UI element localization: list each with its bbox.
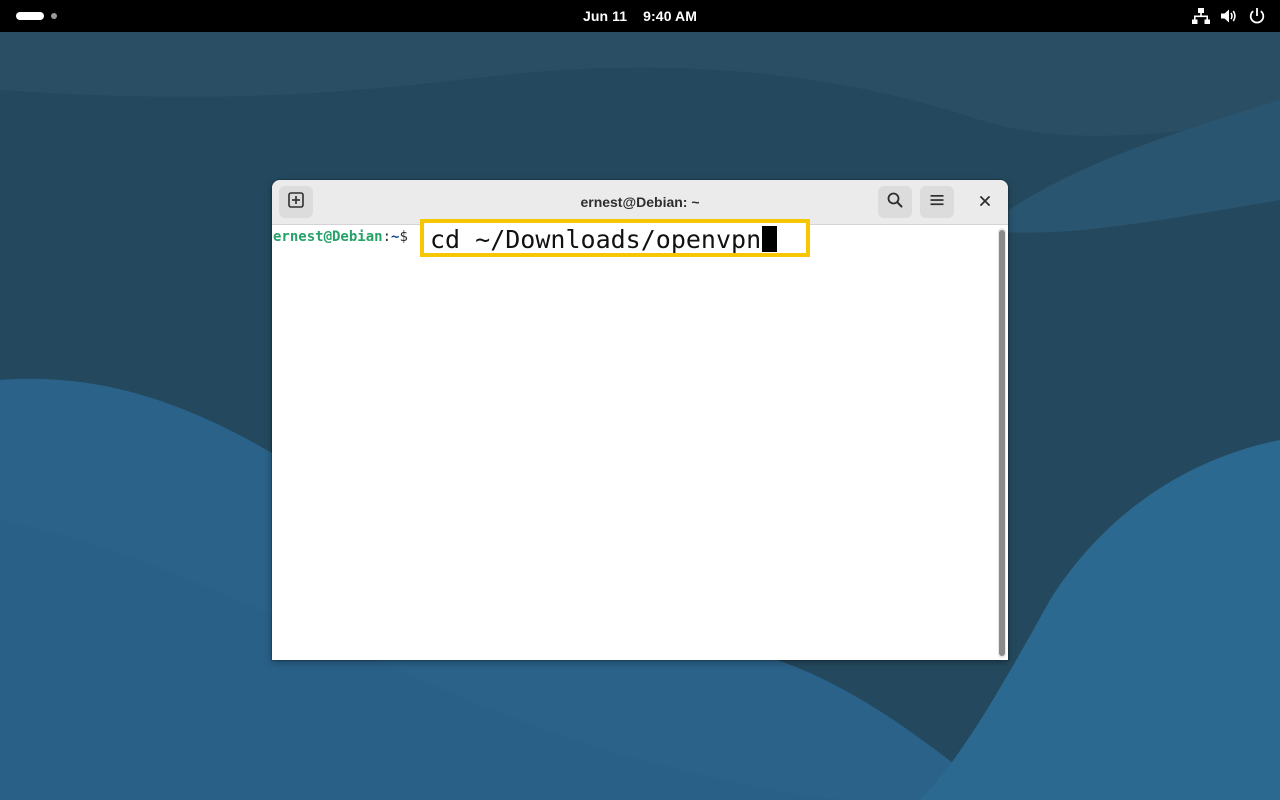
shell-prompt: ernest@Debian:~$ [273,229,408,245]
command-text: cd ~/Downloads/openvpn [430,225,762,254]
terminal-output[interactable]: ernest@Debian:~$ [272,225,1008,660]
close-button[interactable] [974,191,996,213]
clock-date: Jun 11 [582,8,628,24]
power-icon [1248,7,1266,25]
clock-area: Jun 11 9:40 AM [0,0,1280,32]
activities-button[interactable] [14,9,68,23]
clock-time: 9:40 AM [643,8,698,24]
prompt-separator: : [382,229,392,245]
workspace-dot-icon [51,13,57,19]
network-icon [1192,7,1210,25]
system-tray[interactable] [1192,6,1266,26]
new-tab-icon [288,191,304,213]
scrollbar-thumb[interactable] [999,230,1005,656]
prompt-dollar: $ [399,229,408,245]
search-button[interactable] [878,186,912,218]
window-title: ernest@Debian: ~ [580,194,700,210]
prompt-user: ernest@Debian [273,229,383,245]
search-icon [887,192,903,213]
terminal-scrollbar[interactable] [998,228,1006,658]
command-highlight-box: cd ~/Downloads/openvpn [420,219,810,257]
terminal-window: ernest@Debian: ~ ernest@Debian:~$ cd ~/D… [272,180,1008,660]
date-time-button[interactable]: Jun 11 9:40 AM [583,8,697,24]
top-bar: Jun 11 9:40 AM [0,0,1280,32]
hamburger-menu-icon [929,192,945,213]
activities-pill-icon [16,12,44,20]
volume-icon [1220,7,1238,25]
main-menu-button[interactable] [920,186,954,218]
new-tab-button[interactable] [279,186,313,218]
command-line[interactable]: cd ~/Downloads/openvpn [430,225,778,254]
text-cursor [762,226,778,252]
close-icon [980,193,990,211]
